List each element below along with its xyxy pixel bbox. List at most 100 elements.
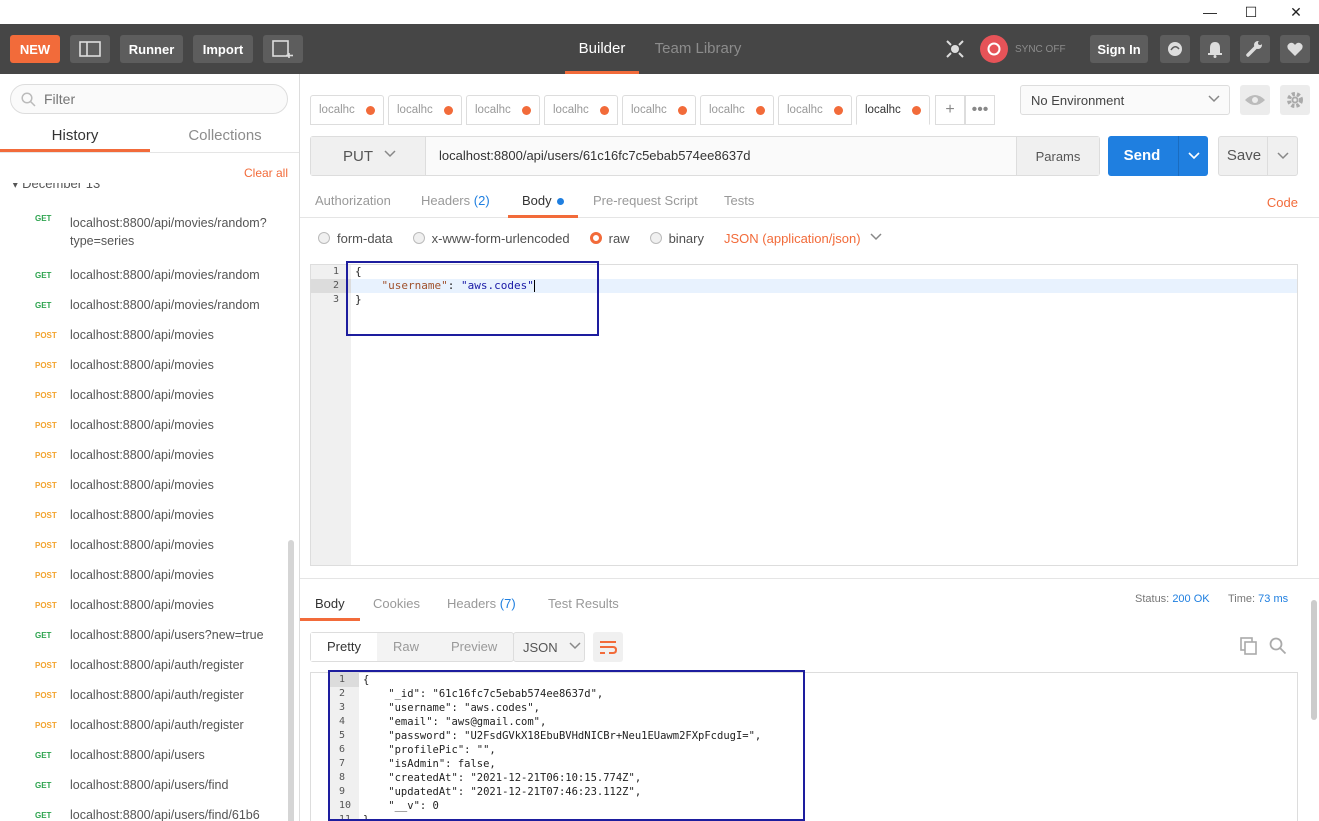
globe-button[interactable]	[1160, 35, 1190, 63]
content-type-select[interactable]: JSON (application/json)	[724, 230, 883, 247]
history-item[interactable]: POST localhost:8800/api/movies	[0, 320, 290, 350]
request-tab[interactable]: localhc	[466, 95, 540, 125]
interceptor-button[interactable]	[940, 35, 970, 63]
minimize-button[interactable]: —	[1187, 0, 1233, 24]
history-url: localhost:8800/api/users	[70, 748, 205, 762]
history-item[interactable]: GET localhost:8800/api/users/find/61b6	[0, 800, 290, 821]
favorite-button[interactable]	[1280, 35, 1310, 63]
history-item[interactable]: GET localhost:8800/api/users	[0, 740, 290, 770]
params-button[interactable]: Params	[1016, 137, 1099, 175]
new-window-button[interactable]	[263, 35, 303, 63]
settings-button[interactable]	[1240, 35, 1270, 63]
generate-code-link[interactable]: Code	[1267, 195, 1298, 210]
option-label: x-www-form-urlencoded	[431, 230, 570, 246]
sidebar: History Collections Clear all ▾ December…	[0, 74, 300, 821]
history-item[interactable]: POST localhost:8800/api/movies	[0, 350, 290, 380]
runner-button[interactable]: Runner	[120, 35, 183, 63]
environment-value: No Environment	[1031, 92, 1125, 108]
request-tab[interactable]: localhc	[544, 95, 618, 125]
new-button[interactable]: NEW	[10, 35, 60, 63]
tab-builder[interactable]: Builder	[565, 24, 639, 74]
raw-button[interactable]: Raw	[377, 633, 435, 661]
tab-response-headers[interactable]: Headers (7)	[447, 596, 516, 621]
search-response-button[interactable]	[1268, 636, 1288, 656]
history-item[interactable]: GET localhost:8800/api/movies/random	[0, 260, 290, 290]
history-item[interactable]: GET localhost:8800/api/users?new=true	[0, 620, 290, 650]
tab-headers[interactable]: Headers (2)	[421, 193, 490, 218]
method-badge: GET	[35, 750, 52, 760]
sync-status[interactable]: SYNC OFF	[980, 35, 1070, 63]
option-form-data[interactable]: form-data	[318, 231, 393, 246]
import-button[interactable]: Import	[193, 35, 253, 63]
history-item[interactable]: POST localhost:8800/api/auth/register	[0, 710, 290, 740]
sidebar-scrollbar[interactable]	[288, 540, 294, 821]
history-group-date[interactable]: ▾ December 13	[12, 183, 100, 195]
request-tab-label: localhc	[709, 104, 745, 116]
method-badge: POST	[35, 450, 57, 460]
add-tab-button[interactable]: +	[935, 95, 965, 125]
tab-cookies[interactable]: Cookies	[373, 596, 420, 621]
request-tab[interactable]: localhc	[388, 95, 462, 125]
toggle-sidebar-button[interactable]	[70, 35, 110, 63]
history-item[interactable]: POST localhost:8800/api/movies	[0, 530, 290, 560]
method-select[interactable]: PUT	[311, 137, 426, 175]
history-item[interactable]: POST localhost:8800/api/movies	[0, 500, 290, 530]
tab-team-library[interactable]: Team Library	[650, 24, 746, 74]
tab-prerequest-script[interactable]: Pre-request Script	[593, 193, 698, 218]
environment-quicklook-button[interactable]	[1240, 85, 1270, 115]
notifications-button[interactable]	[1200, 35, 1230, 63]
pretty-button[interactable]: Pretty	[311, 633, 377, 661]
history-item[interactable]: POST localhost:8800/api/movies	[0, 560, 290, 590]
history-item[interactable]: POST localhost:8800/api/movies	[0, 410, 290, 440]
filter-box[interactable]	[10, 84, 288, 114]
save-button[interactable]: Save	[1218, 136, 1298, 176]
close-window-button[interactable]: ✕	[1273, 0, 1319, 24]
tab-authorization[interactable]: Authorization	[315, 193, 391, 218]
tab-history[interactable]: History	[0, 122, 150, 152]
tab-collections[interactable]: Collections	[150, 122, 299, 152]
option-raw[interactable]: raw	[589, 231, 630, 246]
tab-response-headers-label: Headers	[447, 596, 497, 611]
tab-response-body[interactable]: Body	[300, 596, 360, 621]
chevron-down-icon[interactable]	[1178, 136, 1208, 176]
clear-all-link[interactable]: Clear all	[244, 166, 288, 180]
unsaved-dot-icon	[912, 106, 921, 115]
option-binary[interactable]: binary	[649, 231, 704, 246]
request-tab-active[interactable]: localhc	[856, 95, 930, 125]
filter-input[interactable]	[44, 91, 264, 107]
manage-environments-button[interactable]	[1280, 85, 1310, 115]
history-url: localhost:8800/api/users?new=true	[70, 628, 264, 642]
history-item[interactable]: GET localhost:8800/api/movies/random?type…	[0, 212, 290, 260]
url-input[interactable]: localhost:8800/api/users/61c16fc7c5ebab5…	[439, 137, 751, 175]
request-tab[interactable]: localhc	[622, 95, 696, 125]
history-item[interactable]: POST localhost:8800/api/movies	[0, 470, 290, 500]
response-format-select[interactable]: JSON	[513, 632, 585, 662]
send-button[interactable]: Send	[1108, 136, 1208, 176]
history-item[interactable]: POST localhost:8800/api/movies	[0, 590, 290, 620]
environment-select[interactable]: No Environment	[1020, 85, 1230, 115]
chevron-down-icon[interactable]	[1267, 137, 1297, 175]
main-scrollbar[interactable]	[1311, 600, 1317, 720]
tab-test-results[interactable]: Test Results	[548, 596, 619, 621]
tab-tests[interactable]: Tests	[724, 193, 754, 218]
history-item[interactable]: GET localhost:8800/api/users/find	[0, 770, 290, 800]
request-tab[interactable]: localhc	[700, 95, 774, 125]
more-tabs-button[interactable]: •••	[965, 95, 995, 125]
app-header: NEW Runner Import Builder Team Library S…	[0, 24, 1319, 74]
sign-in-button[interactable]: Sign In	[1090, 35, 1148, 63]
option-urlencoded[interactable]: x-www-form-urlencoded	[412, 230, 570, 246]
copy-response-button[interactable]	[1239, 636, 1259, 656]
history-item[interactable]: POST localhost:8800/api/auth/register	[0, 650, 290, 680]
request-tab[interactable]: localhc	[778, 95, 852, 125]
tab-body[interactable]: Body	[508, 193, 578, 218]
maximize-button[interactable]: ☐	[1228, 0, 1274, 24]
request-tab[interactable]: localhc	[310, 95, 384, 125]
chevron-down-icon	[383, 147, 397, 165]
history-item[interactable]: GET localhost:8800/api/movies/random	[0, 290, 290, 320]
preview-button[interactable]: Preview	[435, 633, 513, 661]
history-item[interactable]: POST localhost:8800/api/movies	[0, 380, 290, 410]
history-url: localhost:8800/api/auth/register	[70, 658, 244, 672]
history-item[interactable]: POST localhost:8800/api/movies	[0, 440, 290, 470]
wrap-lines-button[interactable]	[593, 632, 623, 662]
history-item[interactable]: POST localhost:8800/api/auth/register	[0, 680, 290, 710]
